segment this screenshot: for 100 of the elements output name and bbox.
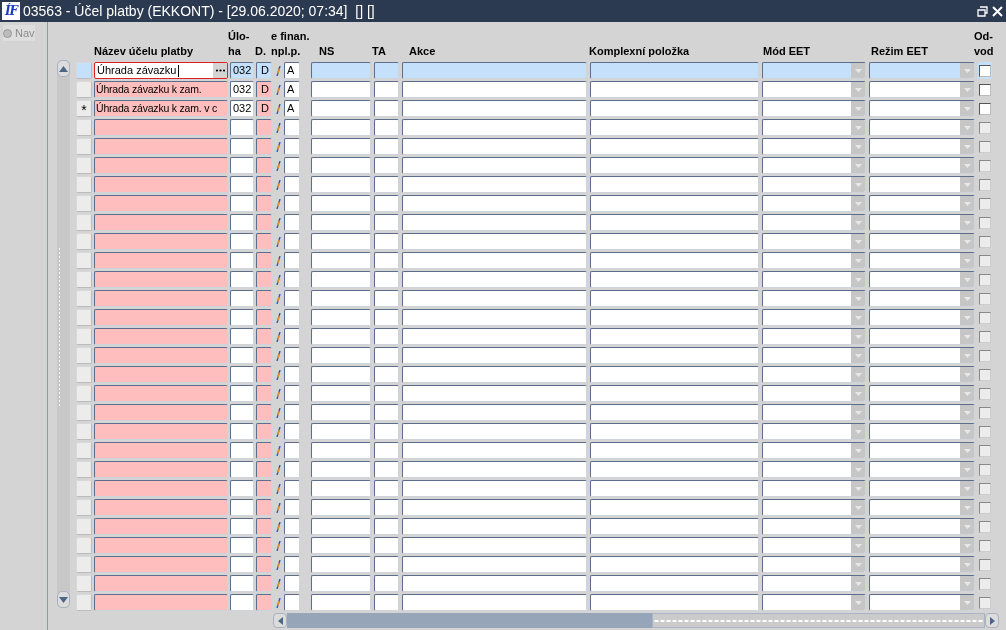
ta-field[interactable] (374, 366, 399, 383)
akce-field[interactable] (402, 271, 587, 288)
ta-field[interactable] (374, 271, 399, 288)
complex-item-field[interactable] (590, 271, 759, 288)
eet-mode-dropdown[interactable] (762, 119, 866, 136)
name-field[interactable] (94, 195, 228, 212)
akce-field[interactable] (402, 176, 587, 193)
a-field[interactable] (284, 290, 300, 307)
a-field[interactable] (284, 594, 300, 611)
task-field[interactable] (230, 461, 254, 478)
ns-field[interactable] (311, 100, 371, 117)
eet-mode-dropdown[interactable] (762, 556, 866, 573)
task-field[interactable] (230, 233, 254, 250)
d-field[interactable] (256, 138, 272, 155)
ns-field[interactable] (311, 442, 371, 459)
ns-field[interactable] (311, 385, 371, 402)
eet-regime-dropdown[interactable] (869, 62, 975, 79)
task-field[interactable] (230, 347, 254, 364)
d-field[interactable]: D (256, 81, 272, 98)
eet-regime-dropdown[interactable] (869, 461, 975, 478)
eet-mode-dropdown[interactable] (762, 157, 866, 174)
ns-field[interactable] (311, 518, 371, 535)
eet-regime-dropdown[interactable] (869, 499, 975, 516)
task-field[interactable] (230, 480, 254, 497)
complex-item-field[interactable] (590, 328, 759, 345)
complex-item-field[interactable] (590, 423, 759, 440)
ns-field[interactable] (311, 290, 371, 307)
d-field[interactable] (256, 366, 272, 383)
complex-item-field[interactable] (590, 138, 759, 155)
eet-regime-dropdown[interactable] (869, 575, 975, 592)
task-field[interactable] (230, 119, 254, 136)
eet-mode-dropdown[interactable] (762, 100, 866, 117)
eet-regime-dropdown[interactable] (869, 347, 975, 364)
eet-regime-dropdown[interactable] (869, 81, 975, 98)
name-field[interactable] (94, 423, 228, 440)
a-field[interactable]: A (284, 81, 300, 98)
eet-regime-dropdown[interactable] (869, 100, 975, 117)
akce-field[interactable] (402, 347, 587, 364)
complex-item-field[interactable] (590, 366, 759, 383)
complex-item-field[interactable] (590, 575, 759, 592)
d-field[interactable] (256, 290, 272, 307)
akce-field[interactable] (402, 138, 587, 155)
eet-regime-dropdown[interactable] (869, 442, 975, 459)
eet-mode-dropdown[interactable] (762, 499, 866, 516)
ns-field[interactable] (311, 195, 371, 212)
eet-mode-dropdown[interactable] (762, 214, 866, 231)
eet-regime-dropdown[interactable] (869, 290, 975, 307)
a-field[interactable] (284, 119, 300, 136)
ta-field[interactable] (374, 157, 399, 174)
eet-mode-dropdown[interactable] (762, 518, 866, 535)
ta-field[interactable] (374, 480, 399, 497)
d-field[interactable] (256, 537, 272, 554)
a-field[interactable] (284, 518, 300, 535)
task-field[interactable] (230, 214, 254, 231)
complex-item-field[interactable] (590, 480, 759, 497)
eet-mode-dropdown[interactable] (762, 404, 866, 421)
name-field[interactable] (94, 461, 228, 478)
ta-field[interactable] (374, 499, 399, 516)
name-field[interactable] (94, 518, 228, 535)
vertical-scrollbar[interactable] (57, 60, 70, 608)
ns-field[interactable] (311, 575, 371, 592)
a-field[interactable] (284, 347, 300, 364)
akce-field[interactable] (402, 480, 587, 497)
name-field[interactable] (94, 119, 228, 136)
a-field[interactable] (284, 480, 300, 497)
ta-field[interactable] (374, 176, 399, 193)
eet-mode-dropdown[interactable] (762, 195, 866, 212)
akce-field[interactable] (402, 309, 587, 326)
eet-mode-dropdown[interactable] (762, 480, 866, 497)
eet-regime-dropdown[interactable] (869, 233, 975, 250)
complex-item-field[interactable] (590, 461, 759, 478)
akce-field[interactable] (402, 518, 587, 535)
eet-regime-dropdown[interactable] (869, 176, 975, 193)
d-field[interactable] (256, 119, 272, 136)
name-field[interactable] (94, 537, 228, 554)
d-field[interactable] (256, 442, 272, 459)
horizontal-scrollbar[interactable] (273, 613, 999, 628)
ns-field[interactable] (311, 423, 371, 440)
a-field[interactable]: A (284, 100, 300, 117)
ns-field[interactable] (311, 366, 371, 383)
akce-field[interactable] (402, 252, 587, 269)
akce-field[interactable] (402, 537, 587, 554)
odvod-checkbox[interactable] (979, 102, 991, 115)
task-field[interactable] (230, 594, 254, 611)
a-field[interactable] (284, 499, 300, 516)
a-field[interactable] (284, 214, 300, 231)
d-field[interactable] (256, 347, 272, 364)
d-field[interactable] (256, 556, 272, 573)
d-field[interactable] (256, 404, 272, 421)
d-field[interactable] (256, 461, 272, 478)
task-field[interactable]: 032 (230, 62, 254, 79)
d-field[interactable] (256, 575, 272, 592)
name-field[interactable] (94, 233, 228, 250)
name-field[interactable] (94, 347, 228, 364)
ns-field[interactable] (311, 271, 371, 288)
a-field[interactable] (284, 252, 300, 269)
complex-item-field[interactable] (590, 214, 759, 231)
akce-field[interactable] (402, 385, 587, 402)
scroll-down-icon[interactable] (59, 596, 68, 603)
a-field[interactable] (284, 461, 300, 478)
